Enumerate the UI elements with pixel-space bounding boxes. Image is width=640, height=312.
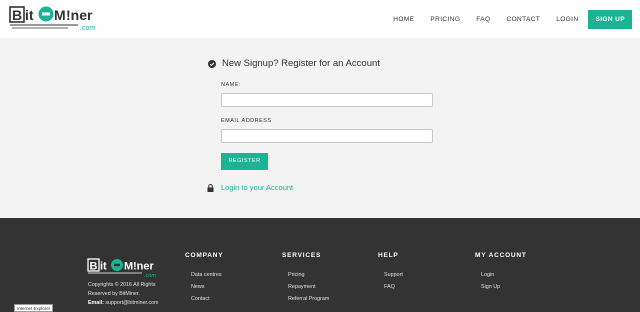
email-field[interactable] [221, 129, 433, 143]
footer-col-title: COMPANY [185, 252, 224, 259]
register-button[interactable]: REGISTER [221, 153, 268, 170]
footer-col-services: SERVICES Pricing Repayment Referral Prog… [282, 252, 329, 305]
main-nav: HOME PRICING FAQ CONTACT LOGIN SIGN UP [393, 0, 640, 38]
footer-link-repayment[interactable]: Repayment [282, 281, 329, 293]
svg-text:it: it [100, 261, 107, 273]
svg-text:B: B [90, 261, 98, 273]
nav-home[interactable]: HOME [393, 16, 414, 23]
svg-text:!ner: !ner [133, 261, 155, 273]
footer-link-contact[interactable]: Contact [185, 293, 223, 305]
footer-copyright: Copyrights © 2016 All Rights Reserved by… [88, 281, 158, 308]
svg-text:.com: .com [80, 25, 95, 32]
svg-text:M: M [124, 261, 133, 273]
site-header: B it M !ner .com HOME PRICING FAQ CONTAC… [0, 0, 640, 38]
footer-link-login[interactable]: Login [475, 269, 527, 281]
footer-logo[interactable]: B it M !ner .com [87, 257, 167, 279]
copyright-line-1: Copyrights © 2016 All Rights [88, 282, 156, 288]
footer-link-faq[interactable]: FAQ [378, 281, 403, 293]
bitminer-logo[interactable]: B it M !ner .com [8, 4, 108, 34]
footer-col-title: MY ACCOUNT [475, 252, 527, 259]
name-label: NAME: [221, 82, 241, 88]
footer-link-support[interactable]: Support [378, 269, 403, 281]
form-title: New Signup? Register for an Account [208, 58, 380, 69]
browser-badge: Internet Explorer [14, 304, 54, 312]
nav-faq[interactable]: FAQ [476, 16, 490, 23]
svg-text:B: B [12, 7, 22, 23]
check-circle-icon [208, 59, 216, 68]
site-footer: B it M !ner .com Copyrights © 2016 All R… [0, 218, 640, 312]
svg-text:it: it [25, 7, 34, 23]
footer-col-title: SERVICES [282, 252, 322, 259]
footer-email: Email: support@bitminer.com [88, 299, 158, 308]
name-field[interactable] [221, 93, 433, 107]
email-label: EMAIL ADDRESS [221, 118, 272, 124]
svg-text:!ner: !ner [66, 7, 93, 23]
footer-col-title: HELP [378, 252, 399, 259]
footer-email-value[interactable]: support@bitminer.com [105, 300, 158, 306]
footer-col-my-account: MY ACCOUNT Login Sign Up [475, 252, 527, 293]
footer-col-company: COMPANY Data centres News Contact [185, 252, 223, 305]
lock-icon [207, 183, 214, 192]
svg-text:M: M [54, 7, 66, 23]
nav-contact[interactable]: CONTACT [507, 16, 541, 23]
register-section: New Signup? Register for an Account NAME… [0, 38, 640, 218]
footer-link-signup[interactable]: Sign Up [475, 281, 527, 293]
login-link[interactable]: Login to your Account [207, 183, 293, 192]
copyright-line-2: Reserved by BitMiner. [88, 291, 140, 297]
signup-button[interactable]: SIGN UP [588, 9, 632, 29]
footer-link-news[interactable]: News [185, 281, 223, 293]
footer-email-label: Email: [88, 300, 104, 306]
footer-link-data-centres[interactable]: Data centres [185, 269, 223, 281]
nav-pricing[interactable]: PRICING [430, 16, 460, 23]
footer-link-pricing[interactable]: Pricing [282, 269, 329, 281]
nav-login[interactable]: LOGIN [556, 16, 578, 23]
svg-text:.com: .com [144, 273, 156, 279]
footer-link-referral[interactable]: Referral Program [282, 293, 329, 305]
form-title-text: New Signup? Register for an Account [222, 58, 380, 69]
login-link-text[interactable]: Login to your Account [221, 183, 293, 192]
footer-col-help: HELP Support FAQ [378, 252, 403, 293]
